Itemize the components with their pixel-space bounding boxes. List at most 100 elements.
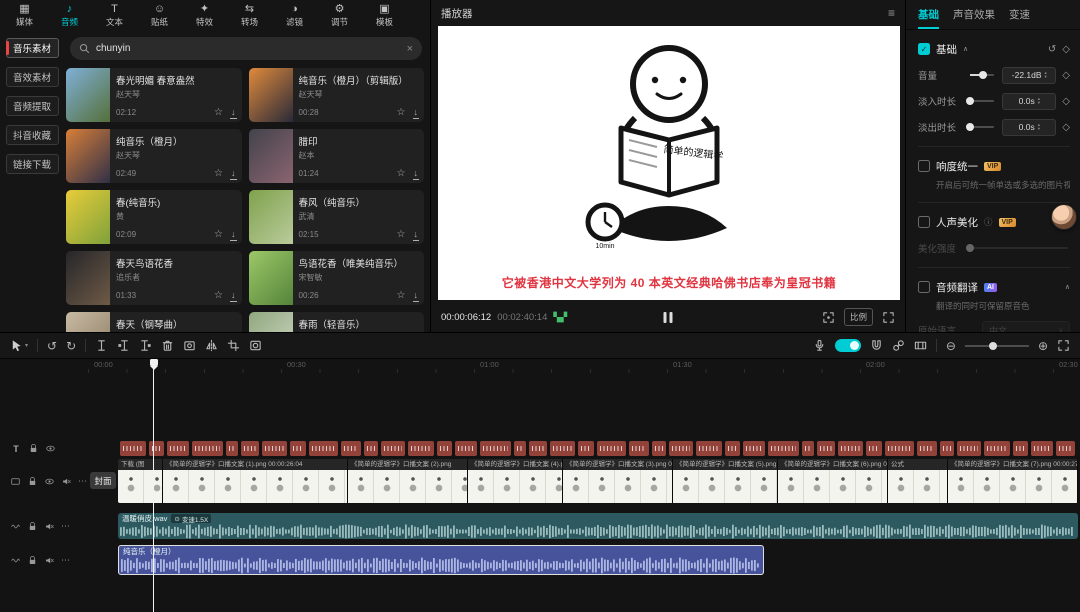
text-clip[interactable] <box>725 441 740 456</box>
text-clip[interactable] <box>341 441 361 456</box>
text-clip[interactable] <box>514 441 526 456</box>
text-clip[interactable] <box>669 441 693 456</box>
music-card[interactable]: 春天鸟语花香追乐者01:33☆↓ <box>66 251 242 305</box>
text-clip[interactable] <box>480 441 511 456</box>
favorite-icon[interactable]: ☆ <box>214 107 223 118</box>
ratio-button[interactable]: 比例 <box>844 308 873 326</box>
search-input[interactable]: chunyin <box>96 43 401 54</box>
fade-in-keyframe-icon[interactable]: ◇ <box>1062 96 1070 107</box>
mute-icon[interactable] <box>44 555 55 566</box>
mute-icon[interactable] <box>61 476 72 487</box>
volume-stepper[interactable]: ▴▾ <box>1045 71 1047 79</box>
favorite-icon[interactable]: ☆ <box>397 290 406 301</box>
sidebar-item-extract[interactable]: 音频提取 <box>6 96 59 116</box>
voice-beautify-checkbox[interactable] <box>918 216 930 228</box>
lock-icon[interactable] <box>27 555 38 566</box>
text-clip[interactable] <box>120 441 146 456</box>
text-clip[interactable] <box>290 441 306 456</box>
top-tab-effects[interactable]: ✦特效 <box>182 3 227 28</box>
fullscreen-icon[interactable] <box>882 311 895 324</box>
redo-icon[interactable]: ↻ <box>66 340 76 352</box>
music-card[interactable]: 春雨（轻音乐）☆↓ <box>249 312 425 332</box>
favorite-icon[interactable]: ☆ <box>214 229 223 240</box>
video-segment[interactable]: 《简单的逻辑学》口播文案 (1).png 00:00:26:04 <box>163 459 348 503</box>
more-icon[interactable]: ⋯ <box>61 555 71 566</box>
text-clip[interactable] <box>629 441 649 456</box>
sidebar-item-douyin[interactable]: 抖音收藏 <box>6 125 59 145</box>
loudness-checkbox[interactable] <box>918 160 930 172</box>
text-clip[interactable] <box>743 441 765 456</box>
text-clip[interactable] <box>437 441 452 456</box>
snapshot-icon[interactable] <box>822 311 835 324</box>
text-clip[interactable] <box>192 441 223 456</box>
zoom-out-icon[interactable]: ⊖ <box>946 340 956 352</box>
reset-icon[interactable]: ↺ <box>1048 44 1056 55</box>
video-canvas[interactable]: 简单的逻辑学 10min 它被香港中文大学列为 40 本英文经典哈佛书店奉为皇冠… <box>438 26 900 300</box>
text-clip[interactable] <box>984 441 1010 456</box>
text-clip[interactable] <box>940 441 954 456</box>
timeline-zoom-slider[interactable] <box>965 345 1029 347</box>
main-track-magnet-toggle[interactable] <box>835 339 861 352</box>
download-icon[interactable]: ↓ <box>414 291 419 300</box>
basic-checkbox[interactable]: ✓ <box>918 43 930 55</box>
download-icon[interactable]: ↓ <box>414 230 419 239</box>
linkage-icon[interactable] <box>892 339 905 352</box>
music-card[interactable]: 春风（纯音乐）武清02:15☆↓ <box>249 190 425 244</box>
download-icon[interactable]: ↓ <box>231 169 236 178</box>
text-clip[interactable] <box>802 441 814 456</box>
music-card[interactable]: 春天（钢琴曲）纯音乐InsTune☆↓ <box>66 312 242 332</box>
favorite-icon[interactable]: ☆ <box>397 168 406 179</box>
playhead-handle[interactable] <box>150 359 158 366</box>
sidebar-item-sound[interactable]: 音效素材 <box>6 67 59 87</box>
search-bar[interactable]: chunyin × <box>70 37 422 60</box>
text-clip[interactable] <box>1013 441 1028 456</box>
top-tab-filter[interactable]: ◑滤镜 <box>272 3 317 28</box>
fade-in-stepper[interactable]: ▴▾ <box>1038 97 1040 105</box>
text-clip[interactable] <box>226 441 238 456</box>
freeze-frame-icon[interactable] <box>183 339 196 352</box>
magnet-icon[interactable] <box>870 339 883 352</box>
favorite-icon[interactable]: ☆ <box>214 290 223 301</box>
timeline-ruler[interactable]: 00:0000:3001:0001:3002:0002:30 <box>88 359 1080 373</box>
music-card[interactable]: 腊印赵本01:24☆↓ <box>249 129 425 183</box>
inspector-tab-2[interactable]: 变速 <box>1009 7 1030 29</box>
text-clip[interactable] <box>550 441 575 456</box>
music-card[interactable]: 纯音乐（橙月）（剪辑版）赵天琴00:28☆↓ <box>249 68 425 122</box>
text-clip[interactable] <box>866 441 882 456</box>
inspector-tab-1[interactable]: 声音效果 <box>953 7 995 29</box>
more-icon[interactable]: ⋯ <box>78 476 88 487</box>
collapse-icon[interactable]: ∧ <box>1065 283 1070 291</box>
fade-in-slider[interactable] <box>970 100 994 102</box>
fit-timeline-icon[interactable] <box>1057 339 1070 352</box>
top-tab-template[interactable]: ▣模板 <box>362 3 407 28</box>
lock-icon[interactable] <box>28 443 39 454</box>
playhead[interactable] <box>153 359 154 612</box>
volume-slider[interactable] <box>970 74 994 76</box>
favorite-icon[interactable]: ☆ <box>397 229 406 240</box>
zoom-in-icon[interactable]: ⊕ <box>1038 340 1048 352</box>
download-icon[interactable]: ↓ <box>231 291 236 300</box>
audio-translate-checkbox[interactable] <box>918 281 930 293</box>
pause-button[interactable] <box>664 312 673 323</box>
audio-clip-music-selected[interactable]: 纯音乐（橙月） <box>118 545 764 575</box>
text-clip[interactable] <box>408 441 434 456</box>
split-icon[interactable] <box>95 339 108 352</box>
text-clip[interactable] <box>262 441 287 456</box>
music-card[interactable]: 纯音乐（橙月）赵天琴02:49☆↓ <box>66 129 242 183</box>
mute-icon[interactable] <box>44 521 55 532</box>
crop-icon[interactable] <box>227 339 240 352</box>
video-segment[interactable]: 《简单的逻辑学》口播文案 (3).png 00: <box>563 459 673 503</box>
video-segment[interactable]: 公式 <box>888 459 948 503</box>
source-language-select[interactable]: 中文 ∨ <box>982 321 1070 332</box>
mirror-icon[interactable] <box>205 339 218 352</box>
text-clip[interactable] <box>167 441 189 456</box>
video-segment[interactable]: 《简单的逻辑学》口播文案 (6).png 00:0 <box>778 459 888 503</box>
volume-keyframe-icon[interactable]: ◇ <box>1062 70 1070 81</box>
top-tab-adjust[interactable]: ⚙调节 <box>317 3 362 28</box>
audio-clip-bgm[interactable]: 温暖俏皮.wav ⊙变速1.5X <box>118 513 1078 539</box>
eye-icon[interactable] <box>44 476 55 487</box>
text-clip[interactable] <box>917 441 937 456</box>
sidebar-item-music[interactable]: 音乐素材 <box>6 38 59 58</box>
delete-icon[interactable] <box>161 339 174 352</box>
download-icon[interactable]: ↓ <box>414 108 419 117</box>
